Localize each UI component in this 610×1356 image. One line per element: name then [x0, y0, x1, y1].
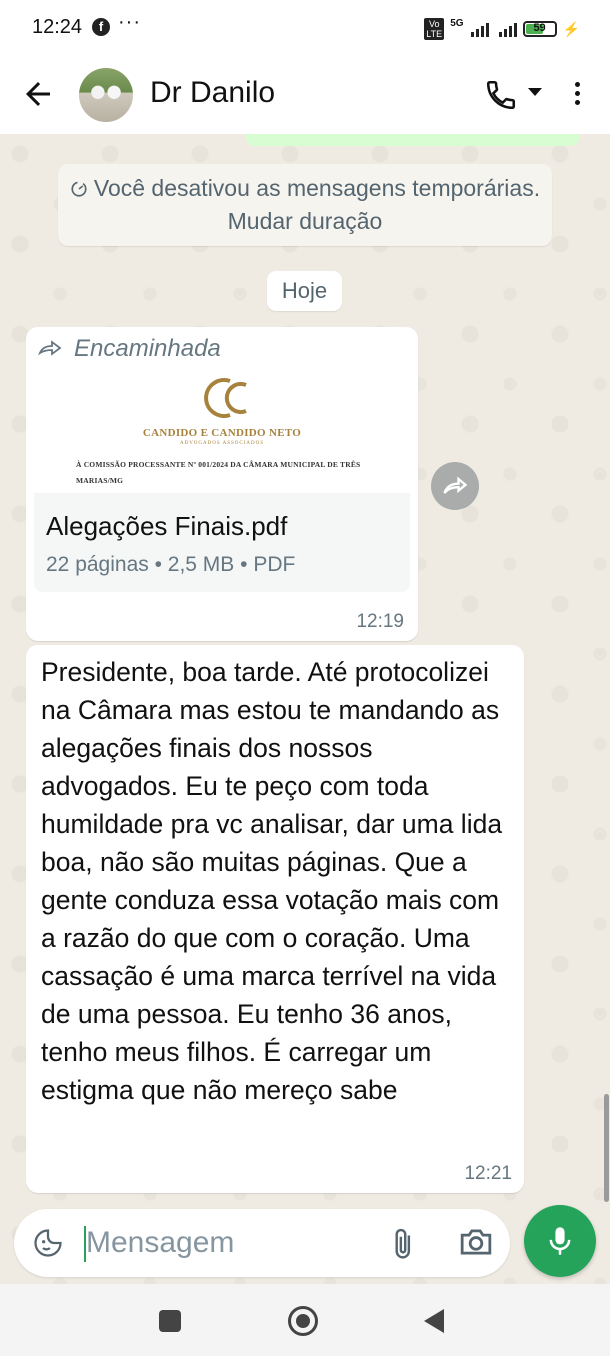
battery-level: 59 [533, 22, 546, 34]
charging-icon: ⚡ [562, 20, 580, 37]
contact-name[interactable]: Dr Danilo [150, 76, 275, 110]
system-navigation-bar [0, 1284, 610, 1356]
call-button[interactable] [484, 78, 518, 112]
previous-message-bubble [245, 134, 580, 146]
status-bar: 12:24 f ··· Vo LTE 5G 59 ⚡ [0, 0, 610, 58]
phone-icon [486, 80, 516, 110]
microphone-icon [549, 1227, 571, 1255]
status-indicators: Vo LTE 5G 59 ⚡ [424, 18, 580, 40]
back-button[interactable] [20, 76, 56, 112]
scrollbar-thumb[interactable] [604, 1094, 609, 1202]
avatar[interactable] [79, 68, 133, 122]
battery-icon: 59 [522, 21, 557, 37]
volte-icon: Vo LTE [424, 18, 445, 40]
forwarded-label: Encaminhada [74, 335, 221, 362]
firm-logo-icon [204, 378, 247, 418]
signal-icon [470, 21, 489, 37]
camera-button[interactable] [458, 1226, 494, 1260]
date-chip: Hoje [267, 271, 342, 311]
message-time: 12:21 [464, 1163, 512, 1184]
voice-message-button[interactable] [524, 1205, 596, 1277]
document-preview[interactable]: CANDIDO E CANDIDO NETO ADVOGADOS ASSOCIA… [34, 369, 410, 493]
status-time: 12:24 [32, 16, 83, 38]
firm-name: CANDIDO E CANDIDO NETO [142, 427, 302, 439]
chat-header: Dr Danilo [0, 58, 610, 134]
message-composer [14, 1209, 510, 1277]
document-first-line: À COMISSÃO PROCESSANTE Nº 001/2024 DA CÂ… [76, 460, 361, 485]
document-message[interactable]: Encaminhada CANDIDO E CANDIDO NETO ADVOG… [26, 327, 418, 641]
paperclip-icon [395, 1228, 411, 1259]
facebook-icon: f [92, 18, 110, 36]
system-message[interactable]: Você desativou as mensagens temporárias.… [58, 164, 552, 246]
firm-subtitle: ADVOGADOS ASSOCIADOS [179, 441, 265, 446]
timer-icon [71, 181, 87, 197]
overflow-menu-button[interactable] [565, 78, 589, 114]
chat-area[interactable]: Você desativou as mensagens temporárias.… [0, 134, 610, 1284]
document-meta: 22 páginas • 2,5 MB • PDF [46, 553, 296, 576]
call-options-caret-icon[interactable] [528, 88, 542, 96]
sticker-button[interactable] [33, 1228, 63, 1258]
more-notifications-icon: ··· [118, 11, 141, 33]
document-info[interactable]: Alegações Finais.pdf 22 páginas • 2,5 MB… [34, 493, 410, 592]
forwarded-icon [38, 340, 62, 356]
forwarded-indicator: Encaminhada [38, 335, 221, 363]
message-input[interactable] [86, 1223, 366, 1263]
system-message-text: Você desativou as mensagens temporárias.… [93, 175, 541, 234]
document-file-name: Alegações Finais.pdf [46, 511, 288, 541]
forward-icon [443, 476, 468, 494]
back-arrow-icon [26, 82, 50, 106]
sticker-icon [34, 1229, 62, 1257]
attach-button[interactable] [389, 1227, 419, 1261]
message-text: Presidente, boa tarde. Até protocolizei … [41, 657, 503, 1105]
message-time: 12:19 [356, 611, 404, 632]
forward-button[interactable] [431, 462, 479, 510]
system-back-button[interactable] [424, 1309, 444, 1333]
home-button[interactable] [288, 1306, 318, 1336]
camera-icon [460, 1229, 492, 1255]
text-message[interactable]: Presidente, boa tarde. Até protocolizei … [26, 645, 524, 1193]
signal-icon-2 [498, 21, 517, 37]
recents-button[interactable] [159, 1310, 181, 1332]
network-label: 5G [450, 18, 464, 29]
